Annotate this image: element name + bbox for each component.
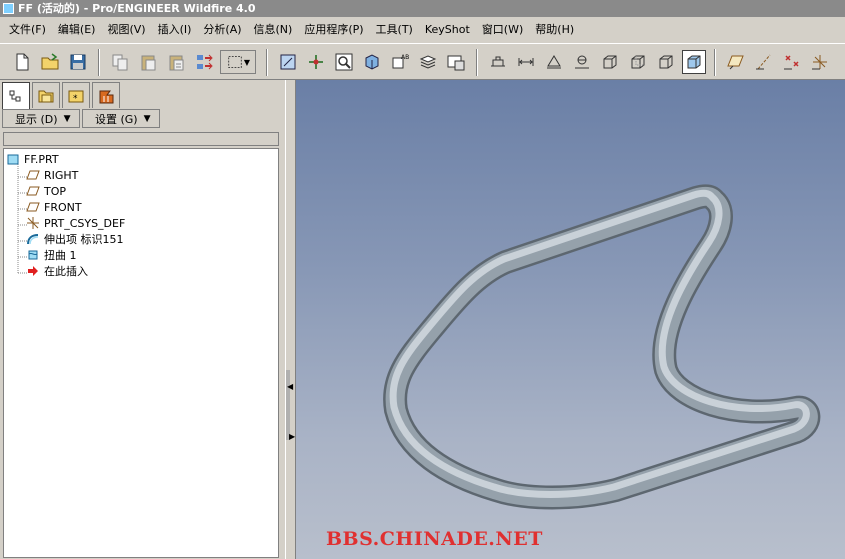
display-dropdown[interactable]: 显示 (D) ▼ <box>2 109 80 128</box>
navigator-tabs: * <box>2 82 122 110</box>
navigator-dropdowns: 显示 (D) ▼ 设置 (G) ▼ <box>2 109 162 129</box>
svg-text:*: * <box>73 94 78 104</box>
view-manager-icon[interactable]: AB <box>388 50 412 74</box>
wireframe-icon[interactable] <box>598 50 622 74</box>
repaint-icon[interactable] <box>276 50 300 74</box>
regenerate-icon[interactable] <box>192 50 216 74</box>
shading-icon-4[interactable] <box>570 50 594 74</box>
title-bar: FF (活动的) - Pro/ENGINEER Wildfire 4.0 <box>0 0 845 17</box>
tree-item-top[interactable]: TOP <box>26 183 66 199</box>
datum-plane-icon <box>26 168 40 182</box>
copy-icon[interactable] <box>108 50 132 74</box>
open-folder-icon[interactable] <box>38 50 62 74</box>
spin-center-icon[interactable] <box>304 50 328 74</box>
shading-icon-3[interactable] <box>542 50 566 74</box>
select-dropdown-arrow-icon[interactable]: ▼ <box>244 58 250 67</box>
tree-item-front[interactable]: FRONT <box>26 199 82 215</box>
tree-item-part[interactable]: FF.PRT <box>6 151 59 167</box>
datum-points-icon[interactable] <box>780 50 804 74</box>
save-icon[interactable] <box>66 50 90 74</box>
shading-icon-2[interactable] <box>514 50 538 74</box>
zoom-window-icon[interactable] <box>332 50 356 74</box>
expand-right-icon[interactable]: ▶ <box>289 432 295 441</box>
collapse-left-icon[interactable]: ◀ <box>287 382 293 391</box>
favorites-tab[interactable]: * <box>62 82 90 108</box>
menu-keyshot[interactable]: KeyShot <box>419 17 476 43</box>
menu-tools[interactable]: 工具(T) <box>370 17 419 43</box>
menu-window[interactable]: 窗口(W) <box>476 17 529 43</box>
menu-insert[interactable]: 插入(I) <box>152 17 198 43</box>
menu-file[interactable]: 文件(F) <box>3 17 52 43</box>
main-toolbar: ▼ AB <box>0 43 845 80</box>
menu-view[interactable]: 视图(V) <box>101 17 151 43</box>
settings-dropdown-label: 设置 (G) <box>95 112 138 126</box>
tree-item-csys[interactable]: PRT_CSYS_DEF <box>26 215 125 231</box>
svg-text:AB: AB <box>401 54 409 61</box>
menu-applications[interactable]: 应用程序(P) <box>298 17 369 43</box>
datum-planes-icon[interactable] <box>724 50 748 74</box>
app-icon <box>3 3 14 14</box>
folder-browser-tab[interactable] <box>32 82 60 108</box>
menu-edit[interactable]: 编辑(E) <box>52 17 102 43</box>
paste-special-icon[interactable] <box>164 50 188 74</box>
menu-bar: 文件(F) 编辑(E) 视图(V) 插入(I) 分析(A) 信息(N) 应用程序… <box>0 17 845 43</box>
chevron-down-icon: ▼ <box>63 113 71 124</box>
datum-plane-icon <box>26 200 40 214</box>
layers-icon[interactable] <box>416 50 440 74</box>
no-hidden-icon[interactable] <box>654 50 678 74</box>
warp-icon <box>26 248 40 262</box>
part-icon <box>6 152 20 166</box>
watermark-text: BBS.CHINADE.NET <box>326 528 543 550</box>
window-title: FF (活动的) - Pro/ENGINEER Wildfire 4.0 <box>18 2 256 15</box>
tree-item-insert-here[interactable]: 在此插入 <box>26 263 88 279</box>
graphics-viewport[interactable]: BBS.CHINADE.NET <box>296 80 845 559</box>
coord-sys-icon[interactable] <box>808 50 832 74</box>
datum-axes-icon[interactable] <box>752 50 776 74</box>
shading-icon-1[interactable] <box>486 50 510 74</box>
folder-browser-icon <box>38 90 54 102</box>
model-tree: FF.PRT RIGHT TOP FRONT PRT_CSYS_DEF 伸出项 … <box>3 148 279 558</box>
menu-info[interactable]: 信息(N) <box>248 17 299 43</box>
favorites-icon: * <box>68 90 84 104</box>
datum-plane-icon <box>26 184 40 198</box>
saved-views-icon[interactable] <box>444 50 468 74</box>
model-tree-icon <box>9 90 21 101</box>
tree-item-right[interactable]: RIGHT <box>26 167 78 183</box>
settings-dropdown[interactable]: 设置 (G) ▼ <box>82 109 160 128</box>
menu-analysis[interactable]: 分析(A) <box>197 17 247 43</box>
shaded-icon[interactable] <box>682 50 706 74</box>
splitter-grip[interactable] <box>286 370 290 440</box>
navigator-panel: * 显示 (D) ▼ 设置 (G) ▼ FF.PRT RIGHT TOP FRO… <box>0 80 285 559</box>
menu-help[interactable]: 帮助(H) <box>529 17 580 43</box>
bent-wire-model[interactable] <box>296 80 845 559</box>
tree-item-warp[interactable]: 扭曲 1 <box>26 247 77 263</box>
tree-filter-field[interactable] <box>3 132 279 146</box>
connections-icon <box>99 90 114 103</box>
insert-here-arrow-icon <box>26 264 40 278</box>
hidden-line-icon[interactable] <box>626 50 650 74</box>
select-box-icon[interactable]: ▼ <box>220 50 256 74</box>
tree-item-protrusion[interactable]: 伸出项 标识151 <box>26 231 124 247</box>
paste-icon[interactable] <box>136 50 160 74</box>
orient-icon[interactable] <box>360 50 384 74</box>
display-dropdown-label: 显示 (D) <box>15 112 58 126</box>
connections-tab[interactable] <box>92 82 120 108</box>
csys-icon <box>26 216 40 230</box>
chevron-down-icon: ▼ <box>143 113 151 124</box>
panel-splitter[interactable]: ◀ ▶ <box>285 80 296 559</box>
new-file-icon[interactable] <box>10 50 34 74</box>
model-tree-tab[interactable] <box>2 82 30 110</box>
protrusion-icon <box>26 232 40 246</box>
